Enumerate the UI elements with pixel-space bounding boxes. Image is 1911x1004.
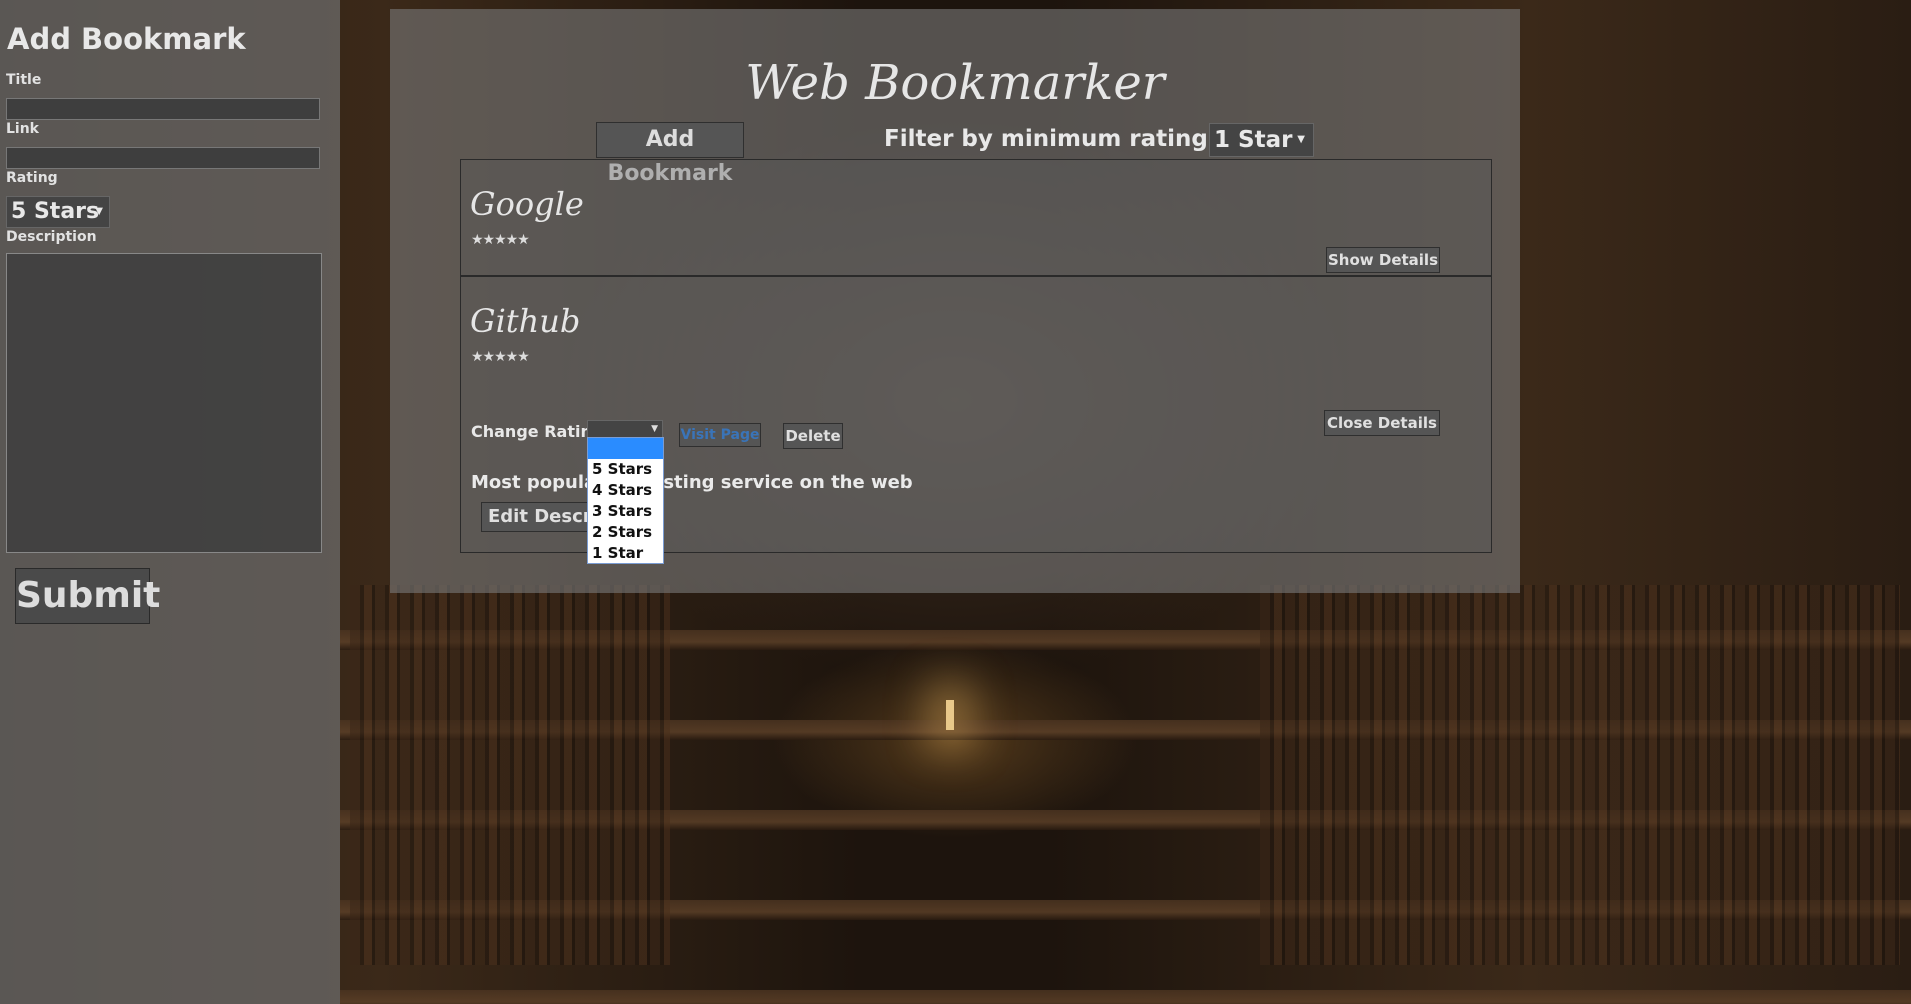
link-input[interactable] [6,147,320,169]
bookmarks-panel: Web Bookmarker Add Bookmark Filter by mi… [390,9,1520,593]
star-rating: ★★★★★ [471,232,530,248]
add-bookmark-sidebar: Add Bookmark Title Link Rating 5 Stars ▼… [0,0,340,1004]
add-bookmark-button[interactable]: Add Bookmark [596,122,744,186]
dropdown-option-3-stars[interactable]: 3 Stars [588,501,663,522]
link-label: Link [6,121,39,137]
dropdown-option-2-stars[interactable]: 2 Stars [588,522,663,543]
rating-select[interactable]: 5 Stars ▼ [6,196,110,228]
description-textarea[interactable] [6,253,322,553]
bookmark-card-google: Google ★★★★★ Show Details [460,159,1492,276]
delete-button[interactable]: Delete [783,423,843,449]
title-label: Title [6,72,42,88]
dropdown-option-blank[interactable] [588,438,663,459]
close-details-button[interactable]: Close Details [1324,410,1440,436]
dropdown-option-4-stars[interactable]: 4 Stars [588,480,663,501]
star-rating: ★★★★★ [471,349,530,365]
dropdown-option-5-stars[interactable]: 5 Stars [588,459,663,480]
bookmark-title: Github [470,302,581,340]
filter-select-value: 1 Star [1214,127,1293,153]
title-input[interactable] [6,98,320,120]
bookmark-description: Most popular ry hosting service on the w… [471,472,913,493]
sidebar-heading: Add Bookmark [7,22,246,56]
change-rating-label: Change Rating [471,422,604,441]
candle [946,700,954,730]
visit-page-link[interactable]: Visit Page [679,423,761,447]
description-label: Description [6,229,97,245]
bookmark-title: Google [470,185,584,223]
filter-label: Filter by minimum rating of: [884,126,1251,152]
page-title: Web Bookmarker [745,55,1165,111]
show-details-button[interactable]: Show Details [1326,247,1440,273]
chevron-down-icon: ▼ [651,424,658,434]
books-left [350,585,670,965]
chevron-down-icon: ▼ [1297,134,1305,145]
filter-rating-select[interactable]: 1 Star ▼ [1209,123,1314,157]
rating-dropdown-list[interactable]: 5 Stars 4 Stars 3 Stars 2 Stars 1 Star [587,437,664,564]
rating-select-value: 5 Stars [11,199,100,224]
submit-button[interactable]: Submit [15,568,160,624]
chevron-down-icon: ▼ [95,206,103,217]
rating-label: Rating [6,170,58,186]
books-right [1260,585,1900,965]
dropdown-option-1-star[interactable]: 1 Star [588,543,663,564]
